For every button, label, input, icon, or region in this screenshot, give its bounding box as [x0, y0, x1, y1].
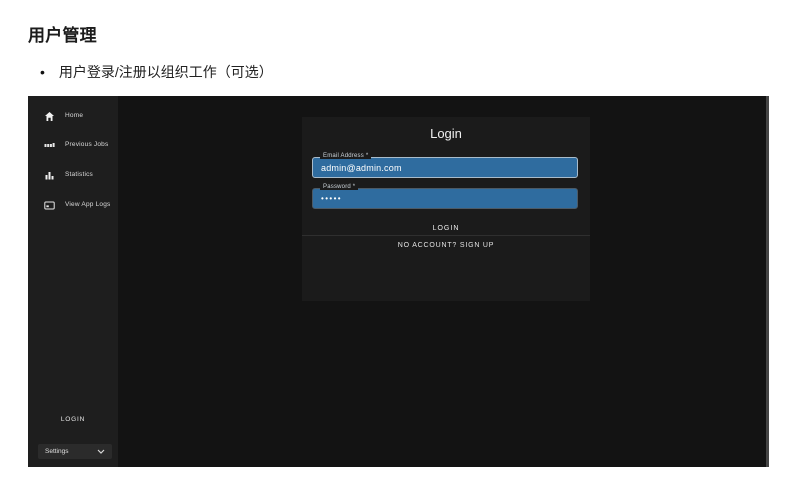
bullet-item: • 用户登录/注册以组织工作（可选） [40, 62, 273, 82]
email-field-value: admin@admin.com [321, 162, 402, 173]
settings-label: Settings [45, 448, 69, 455]
settings-dropdown[interactable]: Settings [38, 444, 112, 459]
password-field-value: ••••• [321, 194, 343, 203]
signup-link[interactable]: NO ACCOUNT? SIGN UP [302, 242, 590, 249]
page-title: 用户管理 [28, 26, 97, 45]
login-card: Login Email Address * admin@admin.com Pa… [302, 117, 590, 301]
app-logs-icon [44, 200, 55, 211]
card-divider [302, 235, 590, 236]
window-scrollbar[interactable] [766, 96, 769, 467]
login-card-title: Login [430, 126, 462, 141]
password-field[interactable]: Password * ••••• [312, 184, 578, 209]
sidebar-login-button[interactable]: LOGIN [28, 416, 118, 423]
sidebar-item-label: Home [65, 111, 84, 119]
sidebar-item-label: Previous Jobs [65, 140, 109, 148]
previous-jobs-icon [44, 140, 55, 151]
chevron-down-icon [97, 448, 105, 456]
sidebar-item-label: View App Logs [65, 200, 111, 208]
email-field[interactable]: Email Address * admin@admin.com [312, 153, 578, 178]
main-area: Login Email Address * admin@admin.com Pa… [118, 96, 769, 467]
sidebar: Home Previous Jobs Statistics View App L… [28, 96, 118, 467]
statistics-icon [44, 170, 55, 181]
bullet-text: 用户登录/注册以组织工作（可选） [58, 64, 273, 80]
bullet-dot: • [40, 64, 45, 80]
sidebar-item-home[interactable]: Home [44, 106, 116, 126]
login-submit-button[interactable]: LOGIN [302, 221, 590, 235]
sidebar-item-label: Statistics [65, 170, 94, 178]
sidebar-item-statistics[interactable]: Statistics [44, 165, 116, 185]
home-icon [44, 111, 55, 122]
sidebar-item-view-app-logs[interactable]: View App Logs [44, 194, 116, 216]
sidebar-item-previous-jobs[interactable]: Previous Jobs [44, 134, 116, 156]
app-screenshot: Home Previous Jobs Statistics View App L… [28, 96, 769, 467]
